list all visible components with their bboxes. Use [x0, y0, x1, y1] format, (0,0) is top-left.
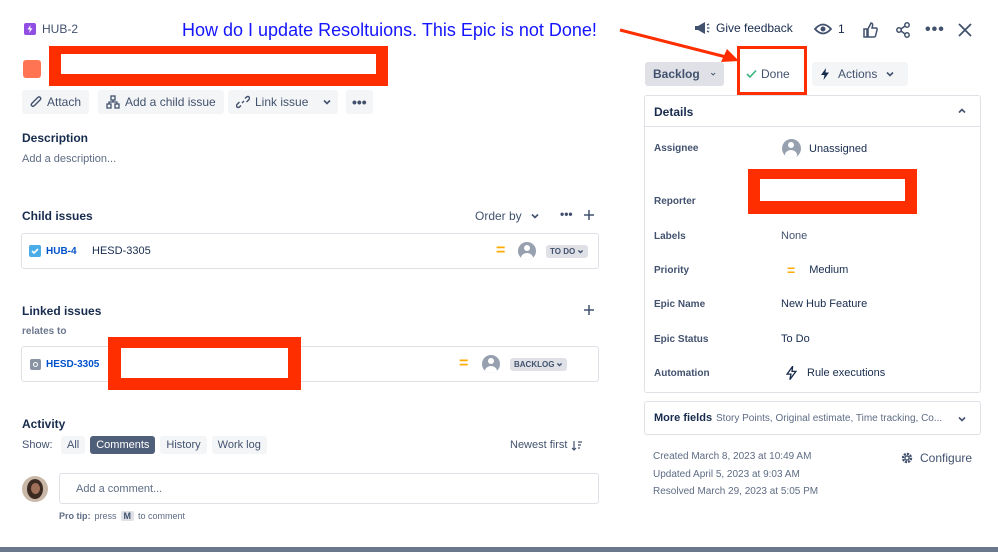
more-fields-panel[interactable]: More fields Story Points, Original estim…	[644, 401, 981, 435]
link-icon	[236, 95, 250, 109]
chevron-down-icon	[578, 249, 584, 254]
chevron-up-icon[interactable]	[957, 106, 967, 116]
chevron-down-icon	[958, 416, 966, 422]
assignee-label: Assignee	[654, 143, 699, 154]
tab-all[interactable]: All	[61, 436, 86, 454]
lightning-icon	[821, 68, 829, 80]
epic-status-label: Epic Status	[654, 334, 709, 345]
pro-tip: Pro tip: press M to comment	[59, 511, 186, 521]
child-issues-heading: Child issues	[22, 209, 93, 223]
chevron-down-icon	[710, 72, 716, 76]
assignee-field[interactable]: Unassigned	[782, 139, 867, 158]
done-button[interactable]: Done	[746, 67, 790, 81]
task-checkbox-icon	[29, 245, 41, 257]
description-placeholder[interactable]: Add a description...	[22, 153, 116, 165]
description-heading: Description	[22, 131, 89, 145]
epic-color-swatch	[23, 60, 41, 78]
paperclip-icon	[30, 96, 42, 108]
tab-work-log[interactable]: Work log	[211, 436, 267, 454]
resolved-date: Resolved March 29, 2023 at 5:05 PM	[653, 486, 819, 497]
more-fields-preview: Story Points, Original estimate, Time tr…	[716, 413, 943, 424]
link-issue-dropdown[interactable]	[316, 90, 338, 114]
watch-button[interactable]: 1	[814, 22, 845, 36]
thumbs-up-icon[interactable]	[862, 22, 878, 38]
labels-label: Labels	[654, 231, 686, 242]
labels-value[interactable]: None	[781, 230, 807, 242]
megaphone-icon	[695, 22, 710, 34]
add-link-icon[interactable]	[583, 304, 595, 316]
automation-field[interactable]: Rule executions	[786, 366, 885, 380]
annotation-text: How do I update Resoltuions. This Epic i…	[182, 20, 597, 40]
gear-icon	[901, 452, 913, 464]
chevron-down-icon	[886, 71, 894, 77]
epic-name-label: Epic Name	[654, 299, 706, 310]
child-issue-key[interactable]: HUB-4	[46, 246, 77, 257]
assignee-avatar	[482, 355, 500, 373]
redacted-reporter	[748, 169, 917, 214]
sort-button[interactable]: Newest first	[510, 439, 583, 451]
add-child-icon[interactable]	[583, 209, 595, 221]
assignee-avatar	[518, 242, 536, 260]
redacted-title	[49, 46, 388, 86]
status-lozenge[interactable]: TO DO	[546, 245, 589, 258]
actions-dropdown[interactable]: Actions	[812, 62, 908, 86]
epic-status-value[interactable]: To Do	[781, 333, 810, 345]
priority-medium-icon: =	[496, 242, 506, 259]
tab-comments[interactable]: Comments	[90, 436, 156, 454]
more-fields-label: More fields	[654, 412, 713, 424]
epic-type-icon	[24, 23, 36, 35]
activity-tabs: All Comments History Work log	[61, 436, 267, 454]
order-by-button[interactable]: Order by	[475, 209, 540, 223]
share-icon[interactable]	[895, 22, 911, 38]
automation-label: Automation	[654, 368, 710, 379]
priority-field[interactable]: = Medium	[787, 262, 848, 278]
priority-medium-icon: =	[459, 355, 469, 372]
give-feedback-button[interactable]: Give feedback	[694, 21, 793, 35]
redacted-linked-summary	[108, 337, 301, 390]
configure-button[interactable]: Configure	[900, 451, 972, 465]
bottom-border	[0, 547, 998, 552]
table-row[interactable]: HUB-4 HESD-3305 = TO DO	[21, 233, 599, 269]
updated-date: Updated April 5, 2023 at 9:03 AM	[653, 469, 800, 480]
user-avatar	[22, 476, 48, 502]
check-icon	[746, 69, 757, 79]
eye-icon	[814, 23, 832, 35]
more-toolbar-button[interactable]: •••	[346, 90, 373, 114]
unassigned-avatar	[782, 139, 801, 158]
comment-input[interactable]: Add a comment...	[59, 473, 599, 504]
more-dots-icon: •••	[352, 94, 367, 110]
link-issue-button[interactable]: Link issue	[228, 90, 317, 114]
tab-history[interactable]: History	[160, 436, 207, 454]
hierarchy-icon	[106, 95, 120, 109]
child-issues-more-icon[interactable]: •••	[560, 207, 573, 221]
add-child-issue-button[interactable]: Add a child issue	[98, 90, 224, 114]
sort-icon	[572, 440, 583, 451]
activity-show-label: Show:	[22, 439, 53, 451]
created-date: Created March 8, 2023 at 10:49 AM	[653, 451, 812, 462]
status-lozenge[interactable]: BACKLOG	[510, 358, 568, 371]
attach-button[interactable]: Attach	[22, 90, 90, 114]
chevron-down-icon	[323, 99, 331, 105]
service-request-icon	[30, 359, 41, 370]
status-dropdown[interactable]: Backlog	[645, 62, 724, 86]
linked-issue-key[interactable]: HESD-3305	[46, 359, 99, 370]
issue-breadcrumb[interactable]: HUB-2	[24, 22, 78, 36]
lightning-icon	[786, 366, 797, 380]
chevron-down-icon	[531, 213, 539, 219]
epic-name-value[interactable]: New Hub Feature	[781, 298, 867, 310]
more-actions-icon[interactable]: •••	[925, 21, 945, 39]
reporter-label: Reporter	[654, 196, 696, 207]
relation-label: relates to	[22, 326, 67, 337]
priority-label: Priority	[654, 265, 690, 276]
activity-heading: Activity	[22, 417, 66, 431]
watch-count: 1	[838, 22, 845, 36]
issue-key[interactable]: HUB-2	[42, 22, 78, 36]
close-icon[interactable]	[958, 23, 972, 37]
priority-medium-icon: =	[787, 262, 796, 278]
details-heading[interactable]: Details	[654, 105, 693, 119]
keyboard-key: M	[120, 511, 135, 521]
linked-issues-heading: Linked issues	[22, 304, 102, 318]
chevron-down-icon	[557, 362, 563, 367]
child-issue-summary[interactable]: HESD-3305	[92, 245, 151, 257]
